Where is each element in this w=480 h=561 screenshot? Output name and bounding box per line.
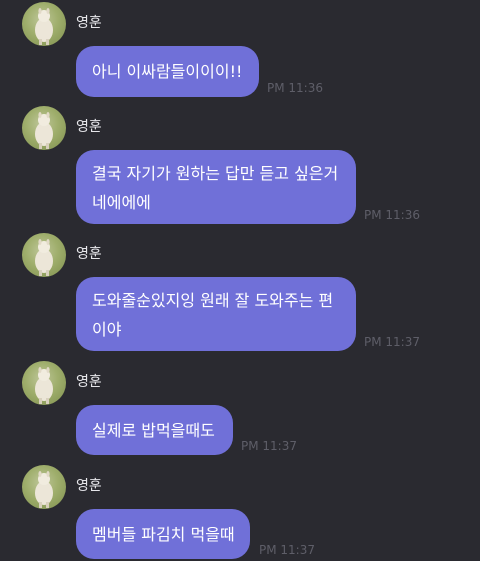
message-group: 영훈 멤버들 파김치 먹을때 PM 11:37 bbox=[0, 465, 480, 561]
alpaca-icon bbox=[35, 367, 53, 404]
message-group: 영훈 아니 이싸람들이이이!! PM 11:36 bbox=[0, 2, 480, 98]
avatar[interactable] bbox=[22, 361, 66, 405]
sender-name: 영훈 bbox=[76, 246, 102, 262]
message-text: 아니 이싸람들이이이!! bbox=[92, 62, 243, 81]
message-text: 실제로 밥먹을때도 bbox=[92, 421, 215, 440]
message-group: 영훈 도와줄순있지잉 원래 잘 도와주는 편 이야 PM 11:37 bbox=[0, 233, 480, 355]
chat-message-list[interactable]: 영훈 아니 이싸람들이이이!! PM 11:36 영훈 결국 자기가 원하는 답… bbox=[0, 0, 480, 561]
message-bubble[interactable]: 멤버들 파김치 먹을때 bbox=[76, 509, 250, 559]
message-timestamp: PM 11:37 bbox=[241, 439, 297, 453]
message-timestamp: PM 11:37 bbox=[364, 335, 420, 349]
message-timestamp: PM 11:37 bbox=[259, 543, 315, 557]
alpaca-icon bbox=[35, 112, 53, 149]
avatar[interactable] bbox=[22, 233, 66, 277]
message-timestamp: PM 11:36 bbox=[364, 208, 420, 222]
alpaca-icon bbox=[35, 239, 53, 276]
avatar[interactable] bbox=[22, 465, 66, 509]
sender-name: 영훈 bbox=[76, 119, 102, 135]
sender-name: 영훈 bbox=[76, 15, 102, 31]
message-text-line: 도와줄순있지잉 원래 잘 도와주는 편 bbox=[92, 291, 334, 310]
alpaca-icon bbox=[35, 8, 53, 45]
sender-name: 영훈 bbox=[76, 478, 102, 494]
avatar[interactable] bbox=[22, 106, 66, 150]
message-bubble[interactable]: 결국 자기가 원하는 답만 듣고 싶은거 네에에에 bbox=[76, 150, 356, 224]
message-bubble[interactable]: 아니 이싸람들이이이!! bbox=[76, 46, 259, 97]
message-text-line: 네에에에 bbox=[92, 193, 151, 212]
message-text: 멤버들 파김치 먹을때 bbox=[92, 525, 235, 544]
message-group: 영훈 실제로 밥먹을때도 PM 11:37 bbox=[0, 361, 480, 456]
avatar[interactable] bbox=[22, 2, 66, 46]
message-bubble[interactable]: 실제로 밥먹을때도 bbox=[76, 405, 233, 455]
sender-name: 영훈 bbox=[76, 374, 102, 390]
message-group: 영훈 결국 자기가 원하는 답만 듣고 싶은거 네에에에 PM 11:36 bbox=[0, 106, 480, 226]
alpaca-icon bbox=[35, 471, 53, 508]
message-bubble[interactable]: 도와줄순있지잉 원래 잘 도와주는 편 이야 bbox=[76, 277, 356, 351]
message-timestamp: PM 11:36 bbox=[267, 81, 323, 95]
message-text-line: 이야 bbox=[92, 320, 122, 339]
message-text-line: 결국 자기가 원하는 답만 듣고 싶은거 bbox=[92, 164, 339, 183]
